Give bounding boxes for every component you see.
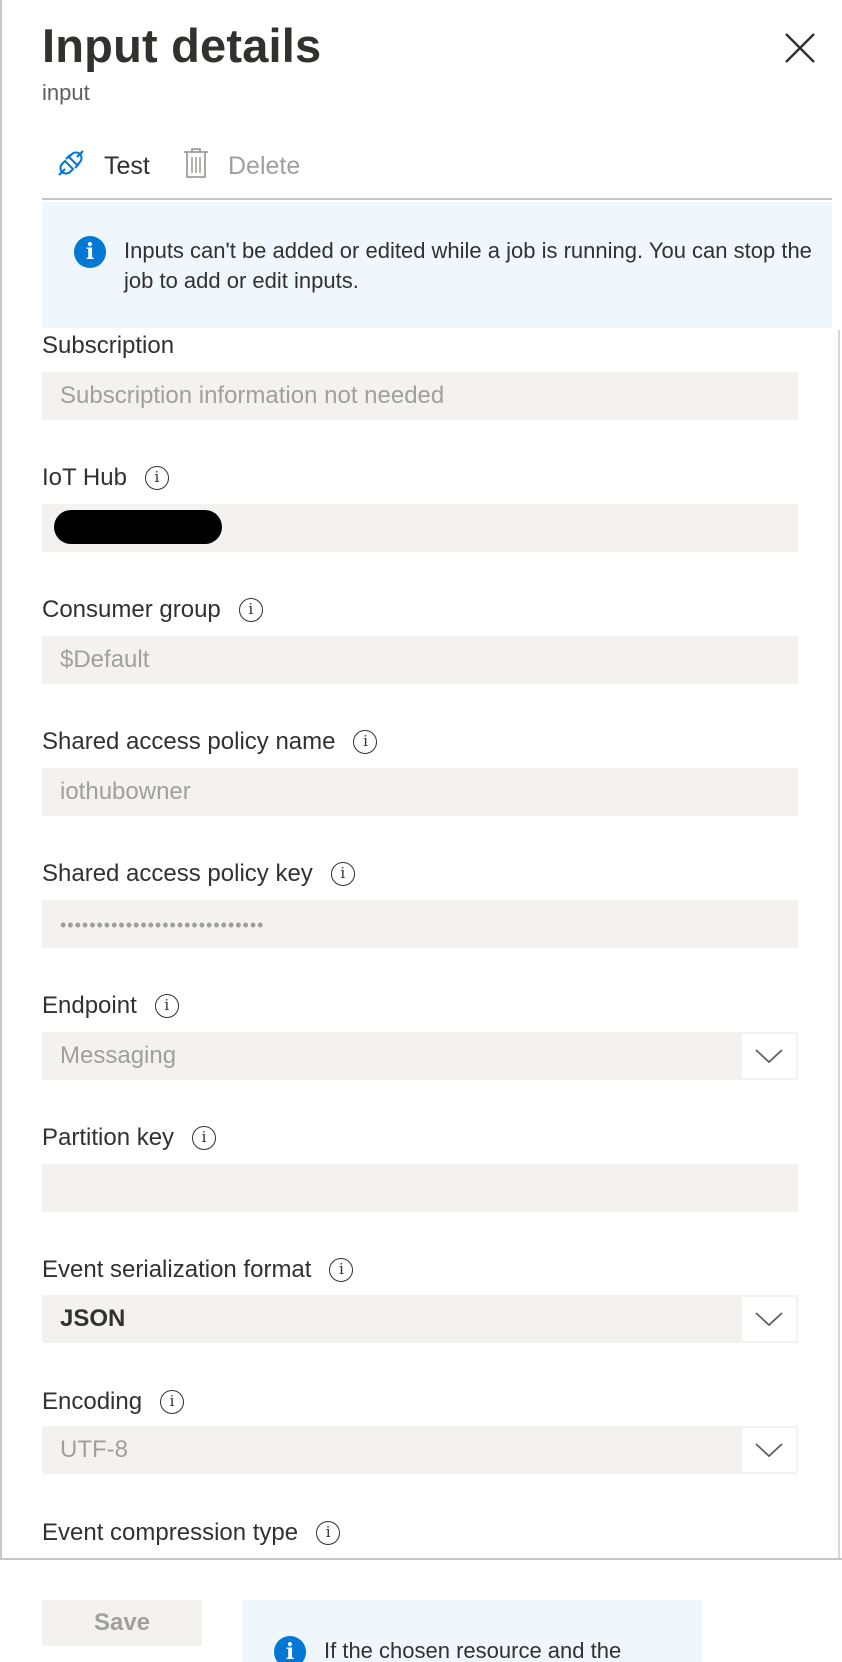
test-button[interactable]: Test — [56, 146, 150, 186]
policy-key-field[interactable]: •••••••••••••••••••••••••••• — [42, 900, 798, 948]
info-icon[interactable]: i — [144, 466, 169, 490]
policy-key-label: Shared access policy key i — [42, 860, 355, 888]
info-icon[interactable]: i — [154, 994, 179, 1018]
info-icon[interactable]: i — [329, 1258, 354, 1282]
partition-key-label: Partition key i — [42, 1124, 217, 1152]
test-button-label: Test — [104, 151, 150, 180]
endpoint-label: Endpoint i — [42, 992, 179, 1020]
partition-key-field[interactable] — [42, 1164, 798, 1212]
chevron-down-icon[interactable] — [742, 1297, 796, 1341]
info-banner: i Inputs can't be added or edited while … — [42, 202, 832, 328]
serialization-dropdown[interactable]: JSON — [42, 1295, 798, 1343]
delete-button-label: Delete — [228, 151, 301, 180]
info-icon: i — [74, 236, 106, 268]
trash-icon — [182, 147, 228, 186]
info-icon: i — [274, 1636, 306, 1662]
delete-button[interactable]: Delete — [182, 146, 300, 186]
encoding-label-text: Encoding — [42, 1388, 143, 1415]
close-icon[interactable] — [780, 28, 820, 68]
iot-hub-field[interactable] — [42, 504, 798, 552]
footer-divider — [0, 1558, 842, 1560]
plug-icon — [56, 148, 104, 185]
policy-name-label-text: Shared access policy name — [42, 728, 336, 755]
info-icon[interactable]: i — [160, 1390, 185, 1414]
redacted-value — [54, 510, 222, 544]
encoding-value: UTF-8 — [60, 1436, 128, 1463]
serialization-value: JSON — [60, 1305, 126, 1332]
page-title: Input details — [42, 19, 322, 72]
serialization-label: Event serialization format i — [42, 1256, 354, 1284]
serialization-label-text: Event serialization format — [42, 1256, 312, 1283]
endpoint-dropdown[interactable]: Messaging — [42, 1032, 798, 1080]
iot-hub-label-text: IoT Hub — [42, 464, 127, 491]
policy-key-value: •••••••••••••••••••••••••••• — [60, 915, 265, 935]
compression-label: Event compression type i — [42, 1519, 341, 1547]
endpoint-value: Messaging — [60, 1042, 177, 1069]
endpoint-label-text: Endpoint — [42, 992, 137, 1019]
policy-name-field[interactable]: iothubowner — [42, 768, 798, 816]
info-banner-text: Inputs can't be added or edited while a … — [124, 238, 812, 293]
policy-key-label-text: Shared access policy key — [42, 860, 313, 887]
partition-key-label-text: Partition key — [42, 1124, 175, 1151]
consumer-group-label-text: Consumer group — [42, 596, 221, 623]
info-icon[interactable]: i — [316, 1521, 341, 1545]
chevron-down-icon[interactable] — [742, 1428, 796, 1472]
chevron-down-icon[interactable] — [742, 1034, 796, 1078]
iot-hub-label: IoT Hub i — [42, 464, 169, 492]
scrollbar-track[interactable] — [838, 330, 840, 1560]
policy-name-label: Shared access policy name i — [42, 728, 378, 756]
panel-left-border — [0, 0, 2, 1560]
info-icon[interactable]: i — [353, 730, 378, 754]
footer-info-banner: i If the chosen resource and the — [242, 1600, 702, 1662]
compression-label-text: Event compression type — [42, 1519, 299, 1546]
command-bar: Test Delete — [42, 140, 832, 200]
input-details-panel: Input details input Test Delete i Inputs… — [0, 0, 842, 1662]
encoding-dropdown[interactable]: UTF-8 — [42, 1426, 798, 1474]
subscription-field[interactable]: Subscription information not needed — [42, 372, 798, 420]
footer-banner-text: If the chosen resource and the — [324, 1638, 622, 1662]
consumer-group-label: Consumer group i — [42, 596, 263, 624]
info-icon[interactable]: i — [238, 598, 263, 622]
info-icon[interactable]: i — [192, 1126, 217, 1150]
subscription-label: Subscription — [42, 332, 174, 360]
subscription-label-text: Subscription — [42, 332, 175, 359]
info-icon[interactable]: i — [330, 862, 355, 886]
consumer-group-field[interactable]: $Default — [42, 636, 798, 684]
encoding-label: Encoding i — [42, 1388, 185, 1416]
save-button[interactable]: Save — [42, 1600, 202, 1646]
page-subtitle: input — [42, 80, 90, 105]
